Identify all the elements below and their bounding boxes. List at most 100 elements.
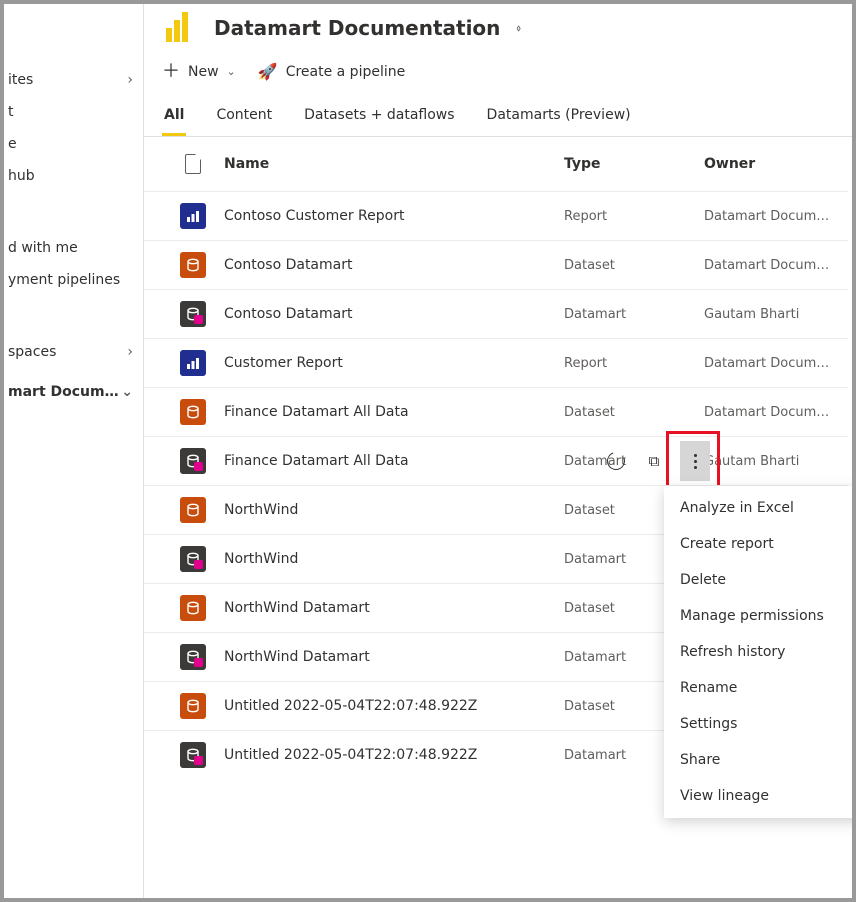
sidebar-item[interactable]: yment pipelines <box>4 264 143 296</box>
sidebar-item[interactable]: t <box>4 96 143 128</box>
file-icon <box>185 154 201 174</box>
sidebar-item[interactable]: e <box>4 128 143 160</box>
item-name[interactable]: Finance Datamart All Data <box>224 404 564 420</box>
workspace-header: Datamart Documentation ⬫ <box>144 4 852 56</box>
chevron-right-icon: › <box>127 344 133 360</box>
main-area: Datamart Documentation ⬫ ＋ New ⌄ 🚀 Creat… <box>144 4 852 898</box>
tab-content[interactable]: Content <box>214 97 274 136</box>
item-owner: Datamart Documenta... <box>704 209 830 224</box>
workspace-logo-icon <box>162 10 198 46</box>
item-name[interactable]: Untitled 2022-05-04T22:07:48.922Z <box>224 698 564 714</box>
tab-datasets-dataflows[interactable]: Datasets + dataflows <box>302 97 456 136</box>
item-type: Dataset <box>564 405 704 420</box>
item-name[interactable]: Customer Report <box>224 355 564 371</box>
table-row[interactable]: Contoso DatamartDatamartGautam Bharti <box>144 289 848 338</box>
sidebar-item[interactable]: ites › <box>4 64 143 96</box>
context-menu-item[interactable]: Share <box>664 742 852 778</box>
more-options-button[interactable] <box>680 441 710 481</box>
table-header: Name Type Owner <box>144 137 848 191</box>
lineage-button[interactable]: ⧉ <box>642 449 666 473</box>
datamart-icon <box>180 448 206 474</box>
item-name[interactable]: NorthWind <box>224 551 564 567</box>
item-name[interactable]: Contoso Datamart <box>224 306 564 322</box>
context-menu-item[interactable]: Analyze in Excel <box>664 490 852 526</box>
refresh-icon <box>607 452 625 470</box>
item-name[interactable]: NorthWind Datamart <box>224 649 564 665</box>
sidebar-item[interactable]: mart Docum... ⬫⌄ <box>4 376 143 408</box>
datamart-icon <box>180 742 206 768</box>
context-menu-item[interactable]: Settings <box>664 706 852 742</box>
item-name[interactable]: Untitled 2022-05-04T22:07:48.922Z <box>224 747 564 763</box>
report-icon <box>180 203 206 229</box>
sidebar-item[interactable]: d with me <box>4 232 143 264</box>
create-pipeline-label: Create a pipeline <box>286 64 406 80</box>
rocket-icon: 🚀 <box>258 62 278 81</box>
premium-diamond-icon: ⬫ <box>516 18 521 38</box>
plus-icon: ＋ <box>162 63 180 81</box>
tab-datamarts-preview-[interactable]: Datamarts (Preview) <box>485 97 633 136</box>
context-menu-item[interactable]: Manage permissions <box>664 598 852 634</box>
context-menu-item[interactable]: Refresh history <box>664 634 852 670</box>
sidebar-item-label: yment pipelines <box>8 272 120 288</box>
header-icon-cell <box>162 154 224 174</box>
table-row[interactable]: Customer ReportReportDatamart Documenta.… <box>144 338 848 387</box>
item-name[interactable]: Contoso Customer Report <box>224 208 564 224</box>
new-button-label: New <box>188 64 219 80</box>
table-row[interactable]: Contoso DatamartDatasetDatamart Document… <box>144 240 848 289</box>
datamart-icon <box>180 644 206 670</box>
pivot-tabs: All Content Datasets + dataflows Datamarts … <box>144 97 852 137</box>
dataset-icon <box>180 595 206 621</box>
more-vertical-icon <box>694 454 697 469</box>
table-row[interactable]: Contoso Customer ReportReportDatamart Do… <box>144 191 848 240</box>
table-row[interactable]: Finance Datamart All DataDatasetDatamart… <box>144 387 848 436</box>
item-owner: Datamart Documenta... <box>704 356 830 371</box>
item-type: Dataset <box>564 258 704 273</box>
refresh-button[interactable] <box>604 449 628 473</box>
item-type: Report <box>564 209 704 224</box>
workspace-title: Datamart Documentation <box>214 16 500 40</box>
item-owner: Datamart Documenta... <box>704 258 830 273</box>
sidebar-item[interactable]: spaces › <box>4 336 143 368</box>
item-name[interactable]: Finance Datamart All Data <box>224 453 564 469</box>
header-owner[interactable]: Owner <box>704 156 830 172</box>
create-pipeline-button[interactable]: 🚀 Create a pipeline <box>258 62 405 81</box>
nav-sidebar: ites › te hub d with me yment pipelines spaces… <box>4 4 144 898</box>
content-table: Name Type Owner Contoso Customer ReportR… <box>144 137 852 898</box>
report-icon <box>180 350 206 376</box>
sidebar-item-label: d with me <box>8 240 78 256</box>
dataset-icon <box>180 399 206 425</box>
datamart-icon <box>180 546 206 572</box>
datamart-icon <box>180 301 206 327</box>
sidebar-item-label: hub <box>8 168 35 184</box>
item-owner: Gautam Bharti <box>704 454 830 469</box>
item-type: Report <box>564 356 704 371</box>
toolbar: ＋ New ⌄ 🚀 Create a pipeline <box>144 56 852 97</box>
new-button[interactable]: ＋ New ⌄ <box>162 63 236 81</box>
chevron-down-icon: ⌄ <box>227 65 236 78</box>
dataset-icon <box>180 693 206 719</box>
context-menu: Analyze in ExcelCreate reportDeleteManag… <box>664 486 852 818</box>
item-owner: Gautam Bharti <box>704 307 830 322</box>
context-menu-item[interactable]: Create report <box>664 526 852 562</box>
sidebar-item[interactable]: hub <box>4 160 143 192</box>
table-row[interactable]: Finance Datamart All DataDatamartGautam … <box>144 436 848 485</box>
sidebar-item-label: mart Docum... ⬫ <box>8 384 121 400</box>
item-owner: Datamart Documenta... <box>704 405 830 420</box>
item-name[interactable]: NorthWind <box>224 502 564 518</box>
item-name[interactable]: NorthWind Datamart <box>224 600 564 616</box>
dataset-icon <box>180 497 206 523</box>
tab-all[interactable]: All <box>162 97 186 136</box>
sidebar-item-label: ites <box>8 72 33 88</box>
chevron-right-icon: › <box>127 72 133 88</box>
context-menu-item[interactable]: Rename <box>664 670 852 706</box>
header-name[interactable]: Name <box>224 156 564 172</box>
chevron-down-icon: ⌄ <box>121 384 133 400</box>
item-name[interactable]: Contoso Datamart <box>224 257 564 273</box>
context-menu-item[interactable]: View lineage <box>664 778 852 814</box>
item-type: Datamart <box>564 307 704 322</box>
sidebar-item-label: spaces <box>8 344 56 360</box>
context-menu-item[interactable]: Delete <box>664 562 852 598</box>
sidebar-item-label: e <box>8 136 17 152</box>
header-type[interactable]: Type <box>564 156 704 172</box>
lineage-icon: ⧉ <box>649 453 660 470</box>
